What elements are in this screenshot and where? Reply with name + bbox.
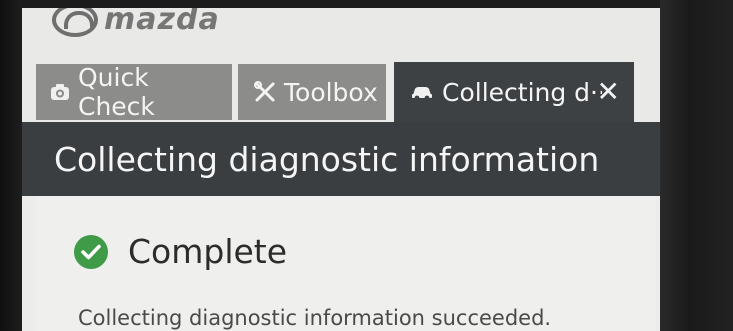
status-text: Complete [128,232,288,271]
app-header: mazda [22,8,660,56]
mazda-logo-icon [52,8,98,37]
monitor-bezel-right [660,0,733,331]
tab-toolbox-label: Toolbox [284,77,378,107]
camera-icon [50,82,70,102]
result-panel: Complete Collecting diagnostic informati… [36,196,656,331]
brand-logo: mazda [52,8,220,37]
tab-collecting-diagnostics[interactable]: Collecting d·· ✕ [394,62,634,122]
tools-icon [254,81,276,103]
app-screen: mazda Quick Check Toolbox Collecting d··… [22,8,660,331]
check-circle-icon [74,234,108,269]
tab-toolbox[interactable]: Toolbox [238,64,386,120]
result-message: Collecting diagnostic information succee… [78,306,552,330]
tab-strip: Quick Check Toolbox Collecting d·· ✕ [22,56,660,124]
status-row: Complete [74,232,287,271]
close-tab-icon[interactable]: ✕ [597,78,620,106]
page-title-bar: Collecting diagnostic information [22,122,660,196]
tab-collecting-label: Collecting d·· [442,77,602,107]
monitor-bezel-left [0,0,22,331]
page-title: Collecting diagnostic information [54,140,600,179]
tab-quick-check[interactable]: Quick Check [36,63,232,121]
car-icon [410,83,434,101]
brand-logo-text: mazda [104,8,220,37]
tab-quick-check-label: Quick Check [78,63,155,121]
